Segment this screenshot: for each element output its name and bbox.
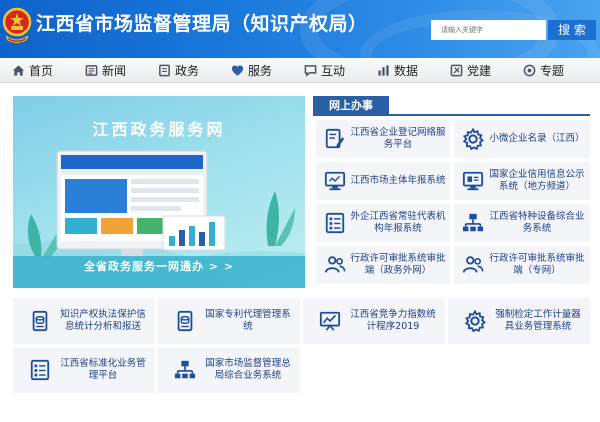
- site-title: 江西省市场监督管理局（知识产权局）: [36, 13, 368, 35]
- network-icon: [462, 213, 484, 232]
- nav-item-news[interactable]: 新闻: [85, 58, 126, 83]
- service-tile-competitiveness-index[interactable]: 江西省竞争力指数统计程序2019: [303, 298, 445, 344]
- nav-item-topic[interactable]: 专题: [523, 58, 564, 83]
- service-tile-metrology-management[interactable]: 强制检定工作计量器具业务管理系统: [448, 298, 590, 344]
- page: 江西省市场监督管理局（知识产权局） 搜 索 首页 新闻 政务 服务 互动 数据: [0, 0, 600, 422]
- online-title-bar: 网上办事: [313, 96, 590, 116]
- service-label: 江西省标准化业务管理平台: [60, 358, 146, 381]
- checklist-icon: [30, 359, 50, 381]
- interaction-icon: [304, 65, 317, 77]
- nav-item-government-affairs[interactable]: 政务: [158, 58, 199, 83]
- monitor-icon: [462, 171, 484, 191]
- monitor-icon: [324, 171, 346, 191]
- service-label: 国家专利代理管理系统: [205, 309, 291, 332]
- checklist-icon: [325, 212, 345, 234]
- service-label: 江西省企业登记网络服务平台: [350, 127, 446, 150]
- national-emblem-icon: [2, 7, 32, 43]
- topic-icon: [523, 64, 536, 77]
- service-tile-market-entity-annual-report[interactable]: 江西市场主体年报系统: [316, 162, 450, 200]
- service-icon: [231, 65, 244, 76]
- search-button[interactable]: 搜 索: [548, 20, 596, 40]
- service-label: 行政许可审批系统审批端（政务外网）: [350, 253, 446, 276]
- users-icon: [462, 256, 484, 273]
- nav-item-party-building[interactable]: 党建: [450, 58, 491, 83]
- nav-label: 政务: [175, 64, 200, 78]
- users-icon: [324, 256, 346, 273]
- service-label: 外企江西省常驻代表机构年报系统: [350, 211, 446, 234]
- gear-icon: [462, 128, 484, 150]
- service-tile-patent-agency-system[interactable]: 国家专利代理管理系统: [158, 298, 300, 344]
- service-label: 行政许可审批系统审批端（专网）: [489, 253, 585, 276]
- site-header: 江西省市场监督管理局（知识产权局） 搜 索: [0, 0, 600, 58]
- nav-item-interaction[interactable]: 互动: [304, 58, 345, 83]
- database-icon: [177, 310, 193, 332]
- jiangxi-government-service-banner[interactable]: 江西政务服务网 全省政务服务一网通办 > >: [13, 96, 305, 288]
- service-label: 江西省竞争力指数统计程序2019: [350, 309, 436, 332]
- nav-label: 党建: [467, 64, 492, 78]
- news-icon: [85, 65, 98, 76]
- chart-board-icon: [319, 311, 341, 331]
- service-label: 小微企业名录（江西）: [489, 133, 585, 144]
- banner-slogan[interactable]: 全省政务服务一网通办 > >: [13, 258, 305, 274]
- nav-label: 专题: [540, 64, 565, 78]
- network-icon: [174, 360, 196, 379]
- service-label: 江西市场主体年报系统: [350, 175, 446, 186]
- database-icon: [32, 310, 48, 332]
- data-chart-icon: [378, 65, 389, 76]
- nav-label: 互动: [321, 64, 346, 78]
- service-tile-small-enterprise-directory[interactable]: 小微企业名录（江西）: [454, 120, 590, 158]
- service-tile-samr-integrated-system[interactable]: 国家市场监督管理总局综合业务系统: [158, 347, 300, 393]
- search-input[interactable]: [431, 20, 546, 40]
- nav-label: 数据: [394, 64, 419, 78]
- service-label: 江西省特种设备综合业务系统: [489, 211, 585, 234]
- service-tile-admin-license-private-network[interactable]: 行政许可审批系统审批端（专网）: [454, 246, 590, 284]
- service-tile-enterprise-credit-info[interactable]: 国家企业信用信息公示系统（地方频道）: [454, 162, 590, 200]
- service-tile-special-equipment-system[interactable]: 江西省特种设备综合业务系统: [454, 204, 590, 242]
- service-tile-standardization-platform[interactable]: 江西省标准化业务管理平台: [13, 347, 155, 393]
- online-services-title: 网上办事: [313, 96, 389, 116]
- service-tile-enterprise-registration[interactable]: 江西省企业登记网络服务平台: [316, 120, 450, 158]
- nav-label: 首页: [29, 64, 54, 78]
- online-services-panel: 网上办事 江西省企业登记网络服务平台 小微企业名录（江西） 江西市场主体年报系统…: [313, 96, 590, 288]
- document-edit-icon: [325, 128, 345, 149]
- service-label: 知识产权执法保护信息统计分析和报送: [60, 309, 146, 332]
- nav-item-service[interactable]: 服务: [231, 58, 272, 83]
- nav-item-home[interactable]: 首页: [12, 58, 53, 83]
- main-nav: 首页 新闻 政务 服务 互动 数据 党建 专题: [0, 58, 600, 83]
- nav-item-data[interactable]: 数据: [377, 58, 418, 83]
- service-tile-ip-enforcement-statistics[interactable]: 知识产权执法保护信息统计分析和报送: [13, 298, 155, 344]
- party-building-icon: [450, 64, 463, 77]
- service-tile-admin-license-extranet[interactable]: 行政许可审批系统审批端（政务外网）: [316, 246, 450, 284]
- service-tile-foreign-representative-report[interactable]: 外企江西省常驻代表机构年报系统: [316, 204, 450, 242]
- service-label: 国家市场监督管理总局综合业务系统: [205, 358, 291, 381]
- banner-title: 江西政务服务网: [92, 120, 226, 139]
- service-label: 强制检定工作计量器具业务管理系统: [495, 309, 581, 332]
- nav-label: 服务: [248, 64, 273, 78]
- gear-icon: [464, 310, 486, 332]
- government-affairs-icon: [159, 64, 170, 77]
- service-label: 国家企业信用信息公示系统（地方频道）: [489, 169, 585, 192]
- nav-label: 新闻: [102, 64, 127, 78]
- home-icon: [12, 65, 25, 76]
